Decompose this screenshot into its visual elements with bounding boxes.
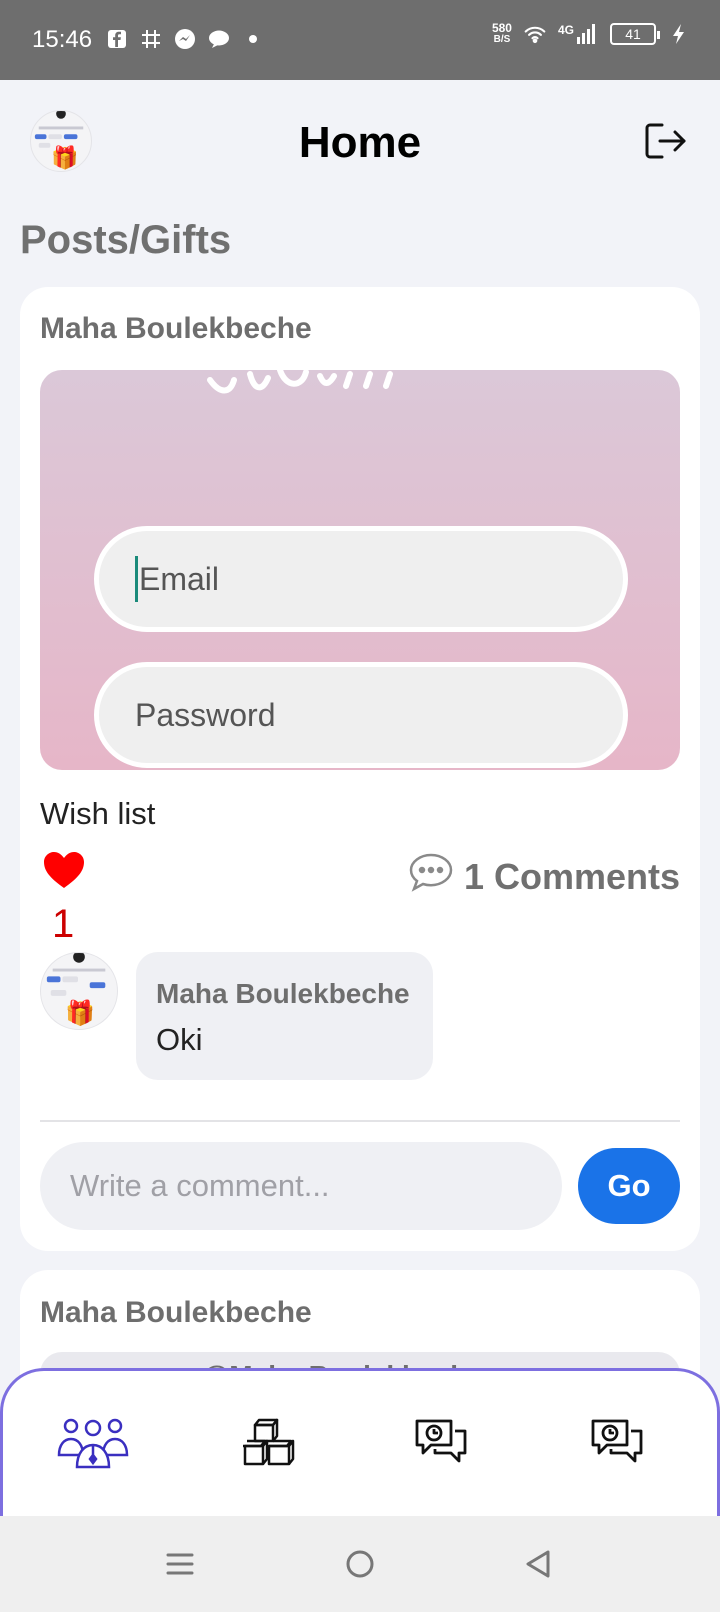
- comment-input[interactable]: [40, 1142, 562, 1230]
- speech-bubble-icon: [408, 852, 454, 901]
- notification-icons: [106, 28, 264, 50]
- comment-text: Oki: [156, 1022, 203, 1057]
- comments-count-button[interactable]: 1 Comments: [408, 852, 680, 901]
- comment-bubble: Maha Boulekbeche Oki: [136, 952, 433, 1080]
- image-password-field: Password: [94, 662, 628, 768]
- network-type: 4G: [557, 23, 574, 37]
- text-cursor: [135, 556, 138, 602]
- messenger-icon: [174, 28, 196, 50]
- like-heart-icon[interactable]: [42, 850, 86, 890]
- facebook-icon: [106, 28, 128, 50]
- image-email-placeholder: Email: [139, 560, 220, 597]
- recent-apps-menu-icon[interactable]: [162, 1546, 198, 1582]
- nav-users-icon[interactable]: [57, 1413, 129, 1473]
- net-speed-unit: B/S: [493, 34, 511, 45]
- net-speed-value: 580: [491, 21, 512, 35]
- script-decoration: [207, 370, 393, 394]
- system-navigation-bar: [0, 1516, 720, 1612]
- cellular-signal: 4G: [558, 23, 598, 45]
- back-triangle-icon[interactable]: [520, 1546, 556, 1582]
- system-status-icons: 580 B/S 4G 41: [492, 22, 690, 46]
- post-caption: Wish list: [40, 796, 156, 831]
- post-image[interactable]: Email Password: [40, 370, 680, 770]
- battery-level: 41: [625, 26, 641, 42]
- comment-author[interactable]: Maha Boulekbeche: [156, 978, 410, 1010]
- like-count: 1: [52, 902, 75, 946]
- status-time: 15:46: [32, 26, 93, 53]
- grid-app-icon: [140, 28, 162, 50]
- home-circle-icon[interactable]: [342, 1546, 378, 1582]
- comments-label: 1 Comments: [463, 855, 680, 897]
- commenter-avatar[interactable]: 🎁: [40, 952, 118, 1030]
- image-email-field: Email: [94, 526, 628, 632]
- charging-bolt-icon: [668, 23, 690, 45]
- post-author[interactable]: Maha Boulekbeche: [40, 312, 312, 346]
- post-2-author[interactable]: Maha Boulekbeche: [40, 1296, 312, 1330]
- battery-indicator: 41: [610, 23, 660, 45]
- chat-notification-icon: [208, 28, 230, 50]
- nav-boxes-icon[interactable]: [233, 1413, 305, 1473]
- signal-bars-icon: [577, 24, 595, 44]
- go-button[interactable]: Go: [578, 1148, 680, 1224]
- net-speed: 580 B/S: [492, 22, 512, 46]
- logout-icon[interactable]: [644, 122, 686, 160]
- wifi-icon: [524, 23, 546, 45]
- commenter-gift-icon: 🎁: [65, 1000, 95, 1027]
- bottom-nav: [0, 1368, 720, 1518]
- nav-chat-history-2-icon[interactable]: [581, 1413, 653, 1473]
- nav-chat-history-icon[interactable]: [405, 1413, 477, 1473]
- more-notifications-dot-icon: [242, 28, 264, 50]
- section-title: Posts/Gifts: [20, 218, 232, 262]
- page-title: Home: [298, 118, 422, 167]
- status-bar: 15:46 580 B/S 4G 41: [0, 0, 720, 80]
- image-password-placeholder: Password: [135, 696, 276, 733]
- comment-divider: [40, 1120, 680, 1122]
